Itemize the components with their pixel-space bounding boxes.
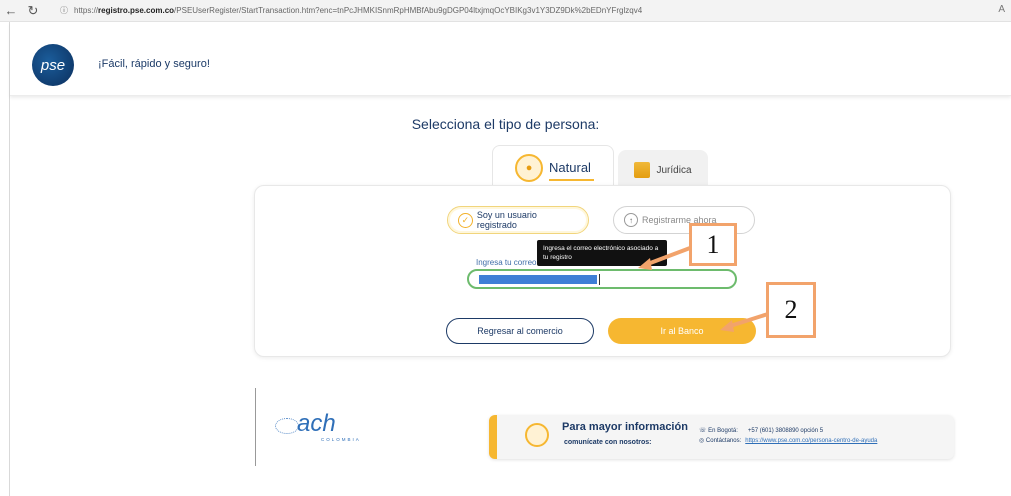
tagline: ¡Fácil, rápido y seguro! [98, 58, 210, 70]
contact-label: Contáctanos: [705, 438, 742, 444]
ach-logo: ach COLOMBIA [247, 388, 387, 468]
return-to-merchant-button[interactable]: Regresar al comercio [446, 318, 594, 344]
person-icon: ● [515, 153, 544, 182]
url-domain: registro.pse.com.co [98, 6, 175, 15]
ach-wordmark: ach [297, 410, 336, 437]
info-title: Para mayor información [562, 421, 688, 433]
back-icon[interactable]: ← [0, 0, 22, 22]
text-caret [599, 274, 600, 285]
contact-row: ◎ Contáctanos: https://www.pse.com.co/per… [699, 437, 877, 444]
ach-subtitle: COLOMBIA [321, 437, 361, 442]
left-edge [0, 22, 10, 496]
tab-natural-label: Natural [549, 160, 591, 175]
info-subtitle: comunícate con nosotros: [564, 439, 652, 446]
email-tooltip: Ingresa el correo electrónico asociado a… [537, 240, 667, 266]
divider [255, 388, 256, 466]
tab-juridica-label: Jurídica [656, 164, 692, 176]
ach-dots-icon [275, 418, 299, 434]
callout-2: 2 [766, 282, 816, 338]
building-icon [634, 162, 651, 178]
active-tab-underline [549, 179, 594, 181]
bogota-phone: +57 (601) 3808890 opción 5 [747, 428, 824, 434]
check-icon: ✓ [458, 212, 473, 228]
tab-juridica[interactable]: Jurídica [618, 150, 708, 190]
tab-natural[interactable]: ● Natural [492, 145, 614, 189]
reload-icon[interactable]: ↻ [22, 0, 44, 22]
address-bar[interactable]: ⓘ https://registro.pse.com.co/PSEUserReg… [60, 5, 642, 16]
selected-text-highlight [479, 275, 597, 284]
phone-icon: ☏ [699, 428, 709, 434]
callout-1: 1 [689, 223, 737, 266]
registered-user-option[interactable]: ✓ Soy un usuario registrado [447, 206, 589, 234]
pse-logo: pse [32, 44, 74, 86]
globe-icon: ◎ [699, 438, 706, 444]
email-label: Ingresa tu correo [476, 258, 537, 267]
support-icon [525, 423, 549, 447]
bogota-row: ☏ En Bogotá: +57 (601) 3808890 opción 5 [699, 427, 823, 434]
page-header: pse ¡Fácil, rápido y seguro! [10, 22, 1011, 96]
page-title: Selecciona el tipo de persona: [411, 116, 600, 132]
info-icon[interactable]: ⓘ [60, 5, 68, 16]
accent-strip [489, 415, 497, 459]
email-input[interactable] [467, 269, 737, 289]
reader-mode-icon[interactable]: A [998, 4, 1005, 15]
go-to-bank-button[interactable]: Ir al Banco [608, 318, 756, 344]
bogota-label: En Bogotá: [708, 428, 738, 434]
arrow-up-icon: ↑ [624, 213, 638, 227]
browser-toolbar: ← ↻ ⓘ https://registro.pse.com.co/PSEUse… [0, 0, 1011, 22]
contact-info-box: Para mayor información comunícate con no… [489, 415, 954, 459]
url-prefix: https:// [74, 6, 99, 15]
registered-user-label: Soy un usuario registrado [476, 210, 537, 230]
contact-link[interactable]: https://www.pse.com.co/persona-centro-de… [745, 438, 877, 444]
url-path: /PSEUserRegister/StartTransaction.htm?en… [174, 6, 643, 15]
